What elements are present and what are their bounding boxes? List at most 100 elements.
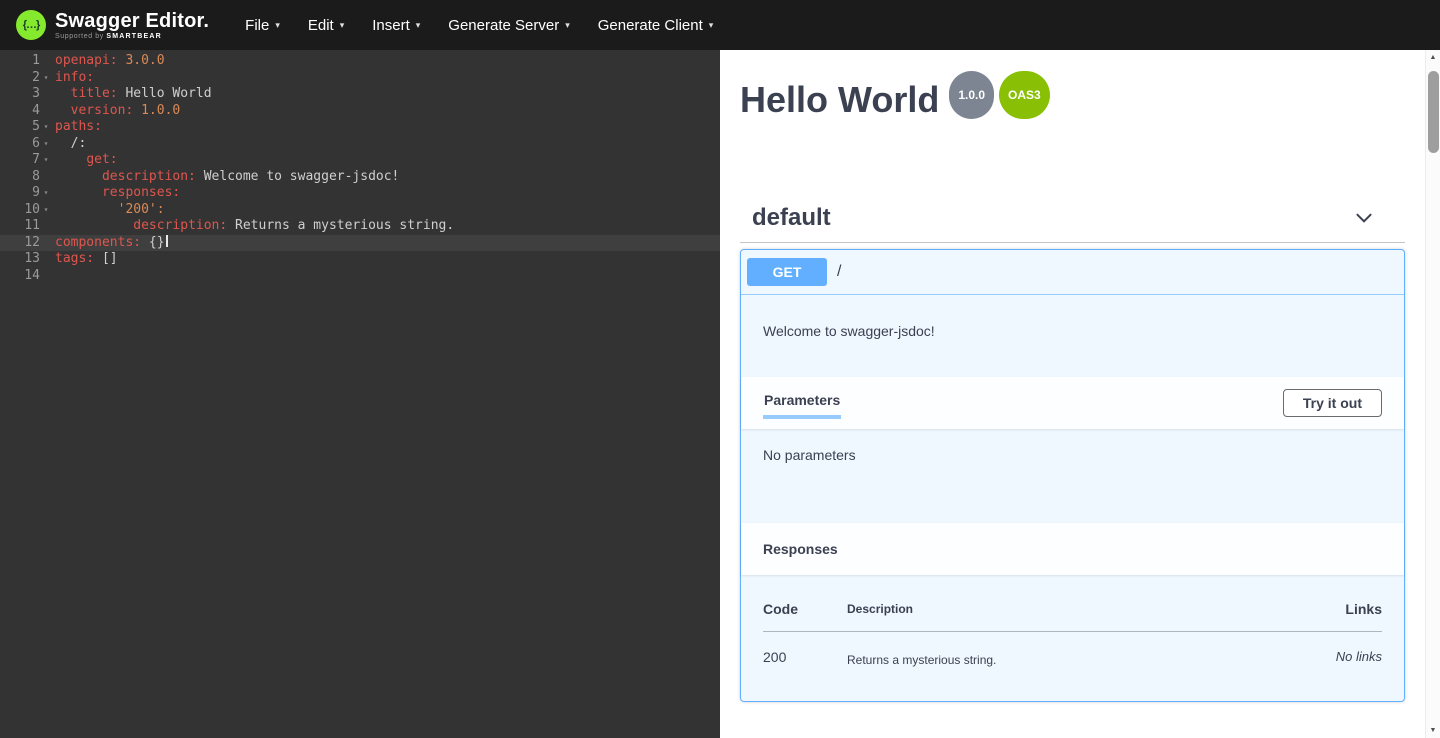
token-txt: /: bbox=[55, 136, 86, 151]
code-line[interactable]: title: Hello World bbox=[52, 86, 720, 103]
gutter-line: 10▾ bbox=[0, 202, 52, 219]
token-txt bbox=[55, 218, 133, 233]
oas3-badge: OAS3 bbox=[999, 71, 1050, 119]
swagger-logo-icon: {…} bbox=[16, 10, 46, 40]
gutter-line: 4 bbox=[0, 103, 52, 120]
token-txt: Hello World bbox=[118, 86, 212, 101]
menu-generate-client[interactable]: Generate Client▾ bbox=[598, 17, 714, 34]
menu-edit[interactable]: Edit ▾ bbox=[308, 17, 344, 34]
token-key: description: bbox=[133, 218, 227, 233]
token-key: components: bbox=[55, 235, 141, 250]
code-line[interactable]: tags: [] bbox=[52, 251, 720, 268]
line-number: 1 bbox=[0, 53, 40, 70]
preview-content: Hello World1.0.0OAS3 default GET / Welco… bbox=[720, 50, 1440, 702]
token-key: description: bbox=[102, 169, 196, 184]
responses-title: Responses bbox=[763, 541, 838, 557]
operation-description: Welcome to swagger-jsdoc! bbox=[741, 295, 1404, 377]
code-line[interactable]: info: bbox=[52, 70, 720, 87]
line-number: 3 bbox=[0, 86, 40, 103]
line-number: 9 bbox=[0, 185, 40, 202]
code-line[interactable] bbox=[52, 268, 720, 285]
text-cursor bbox=[166, 235, 168, 247]
version-badge: 1.0.0 bbox=[949, 71, 994, 119]
line-number: 6 bbox=[0, 136, 40, 153]
try-it-out-button[interactable]: Try it out bbox=[1283, 389, 1382, 417]
code-line[interactable]: description: Welcome to swagger-jsdoc! bbox=[52, 169, 720, 186]
code-line[interactable]: responses: bbox=[52, 185, 720, 202]
code-line[interactable]: '200': bbox=[52, 202, 720, 219]
tag-section-label: default bbox=[752, 204, 831, 232]
line-number: 8 bbox=[0, 169, 40, 186]
scrollbar-thumb[interactable] bbox=[1428, 71, 1439, 153]
menu-bar: File▾ Edit ▾ Insert▾ Generate Server▾ Generat… bbox=[245, 17, 713, 34]
line-number: 12 bbox=[0, 235, 40, 252]
fold-arrow-icon[interactable]: ▾ bbox=[40, 185, 52, 202]
opblock-summary[interactable]: GET / bbox=[741, 250, 1404, 295]
fold-arrow-icon[interactable]: ▾ bbox=[40, 202, 52, 219]
code-line[interactable]: openapi: 3.0.0 bbox=[52, 53, 720, 70]
header-description: Description bbox=[847, 595, 1256, 632]
code-line[interactable]: description: Returns a mysterious string… bbox=[52, 218, 720, 235]
menu-label: Edit bbox=[308, 17, 334, 34]
tag-section-default[interactable]: default bbox=[740, 194, 1405, 243]
scroll-down-arrow-icon[interactable]: ▼ bbox=[1426, 723, 1440, 738]
response-description: Returns a mysterious string. bbox=[847, 632, 1256, 668]
menu-file[interactable]: File▾ bbox=[245, 17, 280, 34]
token-num: '200': bbox=[118, 202, 165, 217]
line-number: 14 bbox=[0, 268, 40, 285]
editor-code[interactable]: openapi: 3.0.0info: title: Hello World v… bbox=[52, 53, 720, 738]
smartbear-label: SMARTBEAR bbox=[106, 33, 162, 40]
brand-text: Swagger Editor. Supported by SMARTBEAR bbox=[55, 10, 209, 41]
scroll-up-arrow-icon[interactable]: ▲ bbox=[1426, 50, 1440, 65]
gutter-line: 6▾ bbox=[0, 136, 52, 153]
header-links: Links bbox=[1256, 595, 1382, 632]
chevron-down-icon[interactable] bbox=[1353, 207, 1375, 229]
code-line[interactable]: components: {} bbox=[52, 235, 720, 252]
gutter-line: 7▾ bbox=[0, 152, 52, 169]
response-links: No links bbox=[1256, 632, 1382, 668]
token-txt bbox=[55, 185, 102, 200]
code-line[interactable]: /: bbox=[52, 136, 720, 153]
swagger-editor-brand[interactable]: {…} Swagger Editor. Supported by SMARTBE… bbox=[16, 10, 209, 41]
swagger-preview-pane: Hello World1.0.0OAS3 default GET / Welco… bbox=[720, 50, 1440, 738]
fold-arrow-icon[interactable]: ▾ bbox=[40, 152, 52, 169]
token-num: 3.0.0 bbox=[125, 53, 164, 68]
tab-parameters[interactable]: Parameters bbox=[763, 388, 841, 419]
fold-arrow-icon[interactable]: ▾ bbox=[40, 70, 52, 87]
app-title: Swagger Editor. bbox=[55, 10, 209, 32]
line-number: 10 bbox=[0, 202, 40, 219]
code-line[interactable]: get: bbox=[52, 152, 720, 169]
caret-down-icon: ▾ bbox=[275, 20, 280, 31]
gutter-line: 2▾ bbox=[0, 70, 52, 87]
code-line[interactable]: paths: bbox=[52, 119, 720, 136]
token-txt bbox=[55, 152, 86, 167]
operation-path: / bbox=[837, 263, 841, 281]
token-key: get: bbox=[86, 152, 117, 167]
parameters-header: Parameters Try it out bbox=[741, 377, 1404, 429]
line-number: 7 bbox=[0, 152, 40, 169]
responses-table: Code Description Links 200 Returns a mys… bbox=[763, 595, 1382, 667]
header-code: Code bbox=[763, 595, 847, 632]
code-line[interactable]: version: 1.0.0 bbox=[52, 103, 720, 120]
token-key: responses: bbox=[102, 185, 180, 200]
token-txt: {} bbox=[141, 235, 164, 250]
line-number: 13 bbox=[0, 251, 40, 268]
fold-arrow-icon[interactable]: ▾ bbox=[40, 119, 52, 136]
token-num: 1.0.0 bbox=[141, 103, 180, 118]
token-txt bbox=[55, 202, 118, 217]
code-editor[interactable]: 12▾345▾6▾7▾89▾10▾11121314 openapi: 3.0.0… bbox=[0, 50, 720, 738]
fold-arrow-icon[interactable]: ▾ bbox=[40, 136, 52, 153]
menu-generate-server[interactable]: Generate Server▾ bbox=[448, 17, 569, 34]
gutter-line: 8 bbox=[0, 169, 52, 186]
token-txt bbox=[55, 169, 102, 184]
response-row-200: 200 Returns a mysterious string. No link… bbox=[763, 632, 1382, 668]
caret-down-icon: ▾ bbox=[709, 20, 714, 31]
token-txt bbox=[55, 86, 71, 101]
caret-down-icon: ▾ bbox=[340, 20, 345, 31]
gutter-line: 13 bbox=[0, 251, 52, 268]
gutter-line: 12 bbox=[0, 235, 52, 252]
menu-insert[interactable]: Insert▾ bbox=[372, 17, 420, 34]
preview-scrollbar[interactable]: ▲ ▼ bbox=[1425, 50, 1440, 738]
token-key: openapi: bbox=[55, 53, 118, 68]
responses-table-header-row: Code Description Links bbox=[763, 595, 1382, 632]
